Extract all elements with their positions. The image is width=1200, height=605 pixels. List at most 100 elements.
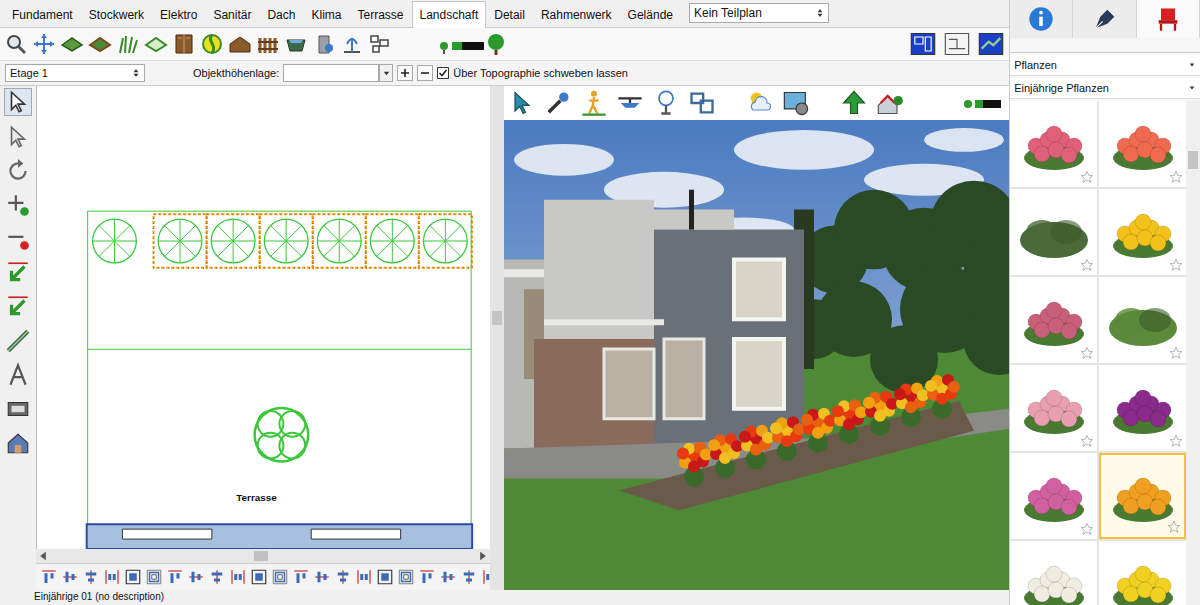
plan-plant[interactable]: [366, 214, 419, 268]
plant-item[interactable]: [1010, 189, 1097, 275]
plan-selector[interactable]: Kein Teilplan: [689, 3, 829, 23]
fountain-icon[interactable]: [340, 32, 364, 56]
module-tab[interactable]: Elektro: [152, 1, 205, 27]
align-icon[interactable]: [82, 568, 100, 586]
plant-item[interactable]: [1010, 277, 1097, 363]
plan-view-icon[interactable]: [909, 30, 937, 58]
plant-item[interactable]: [1099, 277, 1186, 363]
favorite-star-icon[interactable]: [1080, 434, 1094, 448]
sprinkler-icon[interactable]: [652, 89, 680, 117]
plan-drawing[interactable]: Terrasse: [37, 86, 490, 549]
floor-select[interactable]: Etage 1: [5, 64, 145, 82]
rooms-icon[interactable]: [688, 89, 716, 117]
terrain-icon[interactable]: [60, 32, 84, 56]
plan-plant[interactable]: [154, 214, 207, 268]
align-icon[interactable]: [40, 568, 58, 586]
height-input[interactable]: [283, 64, 379, 82]
select-arrow-icon[interactable]: [4, 88, 32, 116]
add-point-icon[interactable]: [5, 192, 31, 218]
lawn-icon[interactable]: [144, 32, 168, 56]
module-tab[interactable]: Fundament: [4, 1, 81, 27]
favorite-star-icon[interactable]: [1169, 346, 1183, 360]
favorite-star-icon[interactable]: [1169, 258, 1183, 272]
align-icon[interactable]: [166, 568, 184, 586]
plan-shrub[interactable]: [255, 408, 309, 462]
chain-icon[interactable]: [5, 328, 31, 354]
panel-tab[interactable]: [1137, 0, 1200, 38]
favorite-star-icon[interactable]: [1169, 170, 1183, 184]
panel-tab[interactable]: [1010, 0, 1073, 38]
align-icon[interactable]: [418, 568, 436, 586]
align-icon[interactable]: [334, 568, 352, 586]
terrain-edit-icon[interactable]: [88, 32, 112, 56]
plant-item[interactable]: [1010, 101, 1097, 187]
align-icon[interactable]: [397, 568, 415, 586]
favorite-star-icon[interactable]: [1169, 434, 1183, 448]
favorite-star-icon[interactable]: [1080, 170, 1094, 184]
scroll-left-icon[interactable]: [36, 549, 50, 563]
plant-item[interactable]: [1099, 365, 1186, 451]
zoom-icon[interactable]: [4, 32, 28, 56]
subcategory-select[interactable]: Einjährige Pflanzen: [1010, 78, 1200, 99]
module-tab[interactable]: Klima: [303, 1, 349, 27]
pointer-icon[interactable]: [508, 89, 536, 117]
select-multi-icon[interactable]: [5, 124, 31, 150]
align-icon[interactable]: [439, 568, 457, 586]
module-tab[interactable]: Rahmenwerk: [533, 1, 620, 27]
pan-icon[interactable]: [32, 32, 56, 56]
align-icon[interactable]: [376, 568, 394, 586]
plant-item[interactable]: [1099, 453, 1186, 539]
pond-icon[interactable]: [284, 32, 308, 56]
raise-button[interactable]: [397, 65, 413, 81]
align-icon[interactable]: [124, 568, 142, 586]
house-view-icon[interactable]: [5, 430, 31, 456]
text-tool-icon[interactable]: [5, 362, 31, 388]
grass-icon[interactable]: [116, 32, 140, 56]
3d-render[interactable]: [504, 120, 1009, 590]
align-icon[interactable]: [250, 568, 268, 586]
plan-plant[interactable]: [93, 219, 137, 263]
module-tab[interactable]: Dach: [259, 1, 303, 27]
favorite-star-icon[interactable]: [1167, 520, 1181, 534]
elevation-view-icon[interactable]: [943, 30, 971, 58]
align-icon[interactable]: [61, 568, 79, 586]
align-icon[interactable]: [103, 568, 121, 586]
align-icon[interactable]: [229, 568, 247, 586]
weather-icon[interactable]: [746, 89, 774, 117]
move-down-icon[interactable]: [5, 260, 31, 286]
align-icon[interactable]: [313, 568, 331, 586]
plant-item[interactable]: [1010, 365, 1097, 451]
align-icon[interactable]: [355, 568, 373, 586]
scroll-thumb[interactable]: [254, 551, 268, 561]
eyedropper-icon[interactable]: [544, 89, 572, 117]
module-tab[interactable]: Sanitär: [205, 1, 259, 27]
favorite-star-icon[interactable]: [1080, 522, 1094, 536]
move-up-icon[interactable]: [5, 294, 31, 320]
tree-up-icon[interactable]: [840, 89, 868, 117]
favorite-star-icon[interactable]: [1080, 346, 1094, 360]
favorite-star-icon[interactable]: [1080, 258, 1094, 272]
library-scrollbar[interactable]: [1186, 101, 1200, 605]
category-select[interactable]: Pflanzen: [1010, 55, 1200, 76]
module-tab[interactable]: Gelände: [620, 1, 681, 27]
render-settings-icon[interactable]: [782, 89, 810, 117]
plant-item[interactable]: [1010, 453, 1097, 539]
module-tab[interactable]: Detail: [486, 1, 533, 27]
panel-tab[interactable]: [1073, 0, 1136, 38]
plan-plant[interactable]: [260, 214, 313, 268]
scroll-thumb[interactable]: [1188, 151, 1198, 169]
module-tab[interactable]: Stockwerk: [81, 1, 152, 27]
section-view-icon[interactable]: [977, 30, 1005, 58]
align-icon[interactable]: [271, 568, 289, 586]
align-icon[interactable]: [460, 568, 478, 586]
plant-item[interactable]: [1099, 189, 1186, 275]
align-icon[interactable]: [145, 568, 163, 586]
lower-button[interactable]: [417, 65, 433, 81]
scroll-right-icon[interactable]: [476, 549, 490, 563]
float-checkbox[interactable]: Über Topographie schweben lassen: [437, 67, 628, 79]
quality-slider-icon[interactable]: [963, 95, 1003, 111]
plan-plant[interactable]: [207, 214, 260, 268]
remove-point-icon[interactable]: [5, 226, 31, 252]
module-tab[interactable]: Terrasse: [349, 1, 411, 27]
align-icon[interactable]: [208, 568, 226, 586]
